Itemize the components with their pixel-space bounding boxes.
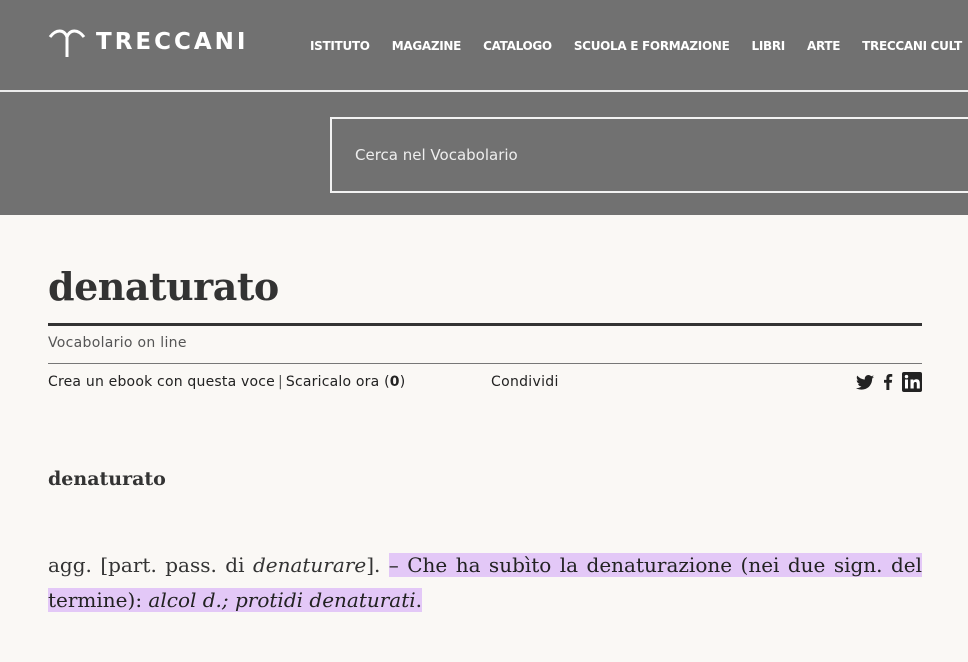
nav-item-catalogo[interactable]: CATALOGO — [483, 39, 552, 53]
search-input[interactable] — [332, 119, 968, 191]
nav-item-scuola-e-formazione[interactable]: SCUOLA E FORMAZIONE — [574, 39, 730, 53]
nav-item-arte[interactable]: ARTE — [807, 39, 840, 53]
main-nav: ISTITUTO MAGAZINE CATALOGO SCUOLA E FORM… — [310, 39, 962, 53]
entry-headword: denaturato — [48, 468, 166, 490]
nav-item-libri[interactable]: LIBRI — [752, 39, 786, 53]
entry-definition: agg. [part. pass. di denaturare]. – Che … — [48, 548, 922, 618]
header-divider — [0, 90, 968, 92]
source-label: Vocabolario on line — [48, 335, 187, 351]
facebook-icon[interactable] — [883, 374, 893, 394]
definition-grammar-lemma: denaturare — [252, 553, 367, 577]
download-link[interactable]: Scaricalo ora — [286, 374, 380, 390]
logo-text: TRECCANI — [96, 28, 249, 55]
create-ebook-link[interactable]: Crea un ebook con questa voce — [48, 374, 275, 390]
social-share-icons — [856, 372, 922, 396]
linkedin-icon[interactable] — [902, 372, 922, 396]
nav-item-treccani-cult[interactable]: TRECCANI CULT — [862, 39, 962, 53]
treccani-logo-icon — [48, 29, 86, 57]
definition-grammar: agg. [part. pass. di — [48, 553, 253, 577]
ebook-tools: Crea un ebook con questa voce | Scaricalo … — [48, 374, 405, 390]
treccani-logo[interactable]: TRECCANI — [48, 24, 248, 60]
twitter-icon[interactable] — [856, 374, 874, 394]
definition-examples: alcol d.; protidi denaturati — [148, 588, 416, 612]
nav-item-istituto[interactable]: ISTITUTO — [310, 39, 370, 53]
source-divider — [48, 363, 922, 364]
toolbar-separator: | — [277, 374, 283, 390]
site-header: TRECCANI ISTITUTO MAGAZINE CATALOGO SCUO… — [0, 0, 968, 215]
article-toolbar: Crea un ebook con questa voce | Scaricalo … — [48, 372, 922, 396]
search-box — [330, 117, 968, 193]
nav-item-magazine[interactable]: MAGAZINE — [392, 39, 462, 53]
definition-end: . — [415, 588, 423, 612]
download-count-close: ) — [399, 374, 406, 390]
title-divider — [48, 323, 922, 326]
page-title: denaturato — [48, 264, 279, 309]
download-count: 0 — [389, 374, 400, 390]
share-label: Condividi — [491, 374, 559, 390]
definition-grammar-close: ]. — [366, 553, 381, 577]
